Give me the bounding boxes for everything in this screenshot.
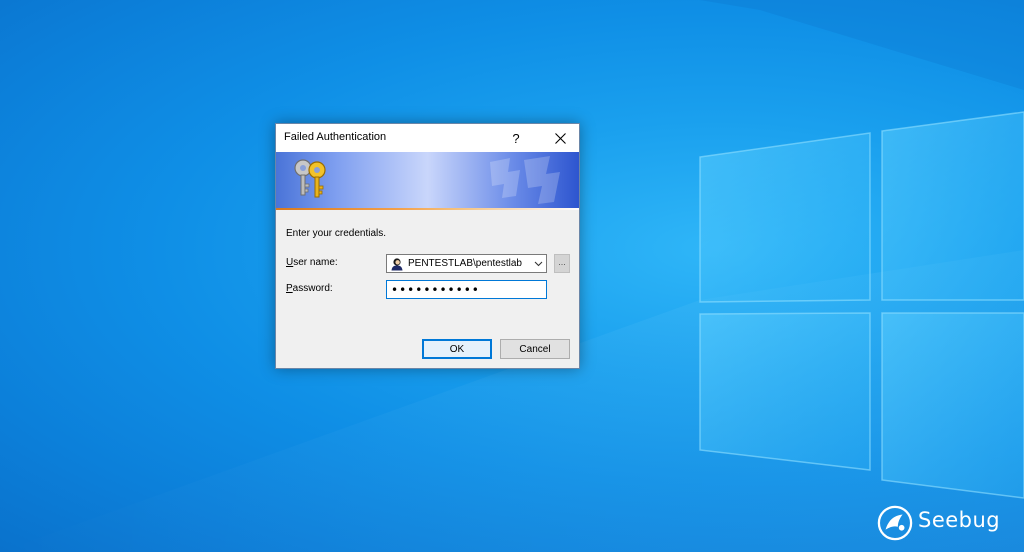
credentials-dialog: Failed Authentication ? Enter your crede… <box>275 123 580 369</box>
dialog-titlebar[interactable]: Failed Authentication ? <box>276 124 579 152</box>
password-field[interactable] <box>386 280 547 299</box>
username-value: PENTESTLAB\pentestlab <box>408 258 522 269</box>
browse-users-button[interactable]: ... <box>554 254 570 273</box>
chevron-down-icon[interactable] <box>534 259 543 268</box>
username-label: User name: <box>286 257 338 268</box>
banner-watermark-icon <box>490 156 560 204</box>
username-label-rest: ser name: <box>293 257 338 268</box>
close-icon <box>554 132 566 144</box>
banner-divider <box>276 208 579 210</box>
username-combobox[interactable]: PENTESTLAB\pentestlab <box>386 254 547 273</box>
password-label: Password: <box>286 283 333 294</box>
ok-button[interactable]: OK <box>422 339 492 359</box>
help-button[interactable]: ? <box>500 124 532 152</box>
prompt-text: Enter your credentials. <box>286 228 387 239</box>
password-label-rest: assword: <box>292 283 333 294</box>
seebug-watermark-text: Seebug <box>918 508 1001 532</box>
password-label-accel: P <box>286 283 293 294</box>
close-button[interactable] <box>542 124 578 152</box>
dialog-title: Failed Authentication <box>284 131 387 143</box>
keys-icon <box>294 159 326 198</box>
cancel-button[interactable]: Cancel <box>500 339 570 359</box>
user-icon <box>391 258 403 271</box>
seebug-icon <box>877 505 913 541</box>
